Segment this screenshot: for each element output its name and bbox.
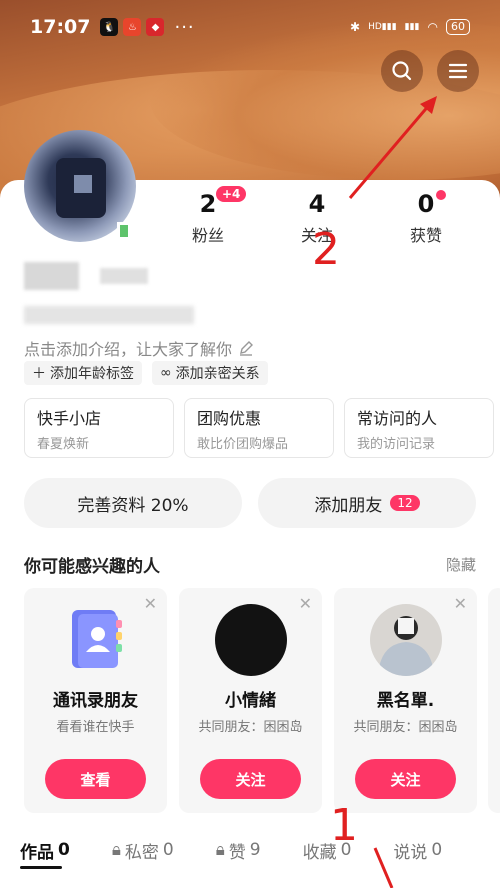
annotation-number: 1 xyxy=(330,800,358,851)
annotation-number: 2 xyxy=(312,224,340,275)
annotation-arrow xyxy=(348,96,437,888)
